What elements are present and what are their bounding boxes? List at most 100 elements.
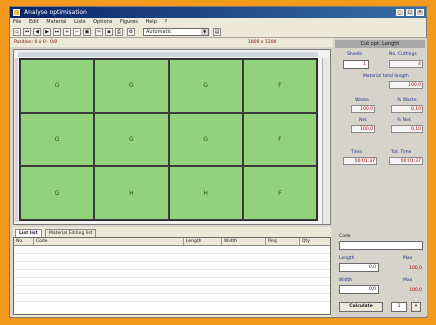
save-icon[interactable]: ▪ xyxy=(105,28,113,36)
layout-cell[interactable]: G xyxy=(20,59,95,113)
list-item[interactable] xyxy=(14,286,330,294)
menu-help[interactable]: Help xyxy=(142,18,159,26)
code-input[interactable] xyxy=(339,241,423,250)
list-item[interactable] xyxy=(14,294,330,302)
parts-area: List list Material Editing list No. Code… xyxy=(13,227,331,317)
layout-cell[interactable]: G xyxy=(20,166,95,220)
mode-select[interactable]: Automatic ▼ xyxy=(143,28,209,36)
net-pct-label: % Net xyxy=(397,118,411,123)
print-icon[interactable]: ⎙ xyxy=(115,28,123,36)
column-no[interactable]: No. xyxy=(14,238,34,245)
column-length[interactable]: Length xyxy=(184,238,222,245)
info-bar: Position: 0 x 0 · 0/0 1800 x 1200 xyxy=(10,38,340,47)
toolbar: ▫ ⏮ ◀ ▶ ⏭ + − ▣ ✂ ▪ ⎙ ⚙ Automatic ▼ ▤ xyxy=(10,26,426,38)
app-icon xyxy=(13,9,20,16)
layout-cell[interactable]: G xyxy=(94,59,169,113)
tab-list[interactable]: List list xyxy=(15,229,42,237)
new-icon[interactable]: ▫ xyxy=(13,28,21,36)
layout-cell[interactable]: G xyxy=(94,112,169,167)
layout-cell[interactable]: H xyxy=(168,166,243,220)
settings-icon[interactable]: ⚙ xyxy=(127,28,135,36)
sheets-field[interactable]: 1 xyxy=(343,60,369,69)
prev-icon[interactable]: ◀ xyxy=(33,28,41,36)
waste-label: Waste xyxy=(355,98,369,103)
maximize-icon[interactable]: □ xyxy=(406,9,414,16)
list-item[interactable] xyxy=(14,254,330,262)
total-length-value: 100,0 xyxy=(389,81,423,89)
code-label: Code xyxy=(339,234,351,239)
nr-cuts-label: No. Cuttings xyxy=(389,52,417,57)
menu-options[interactable]: Options xyxy=(90,18,115,26)
length-label: Length xyxy=(339,256,355,261)
layout-cell[interactable]: G xyxy=(168,59,243,113)
mode-select-value: Automatic xyxy=(146,29,172,35)
net-pct-value: 0,10 xyxy=(391,125,423,133)
total-time-label: Tot. Time xyxy=(391,150,412,155)
calculator-icon[interactable]: ▤ xyxy=(213,28,221,36)
count-input[interactable]: 1 xyxy=(391,302,407,312)
zoom-in-icon[interactable]: + xyxy=(63,28,71,36)
parts-list[interactable]: No. Code Length Width Req. Qty xyxy=(13,237,331,315)
sheet-size-readout: 1800 x 1200 xyxy=(248,40,277,45)
zoom-out-icon[interactable]: − xyxy=(73,28,81,36)
layout-cell[interactable]: F xyxy=(242,166,317,220)
list-item[interactable] xyxy=(14,278,330,286)
width-input[interactable]: 0,0 xyxy=(339,285,379,294)
minimize-icon[interactable]: _ xyxy=(396,9,404,16)
first-icon[interactable]: ⏮ xyxy=(23,28,31,36)
cutting-canvas[interactable]: G G G F G G G F G H H F xyxy=(13,49,331,225)
close-icon[interactable]: × xyxy=(416,9,424,16)
app-window: Analyse optimisation _ □ × File Edit Mat… xyxy=(9,6,427,318)
layout-cell[interactable]: F xyxy=(242,59,317,113)
left-ruler xyxy=(15,58,18,222)
list-item[interactable] xyxy=(14,270,330,278)
window-title: Analyse optimisation xyxy=(24,9,87,16)
chevron-down-icon[interactable]: ▾ xyxy=(411,302,421,312)
chevron-down-icon[interactable]: ▼ xyxy=(201,29,208,35)
column-width[interactable]: Width xyxy=(222,238,266,245)
tab-material-editing[interactable]: Material Editing list xyxy=(45,229,97,237)
menu-file[interactable]: File xyxy=(10,18,24,26)
layout-cell[interactable]: H xyxy=(94,166,169,220)
waste-pct-label: % Waste xyxy=(397,98,417,103)
list-item[interactable] xyxy=(14,262,330,270)
menu-figures[interactable]: Figures xyxy=(117,18,141,26)
nr-cuts-value: 4 xyxy=(389,60,423,68)
total-length-label: Material total length xyxy=(363,74,409,79)
max-length-label: Max xyxy=(403,256,413,261)
column-qty[interactable]: Qty xyxy=(300,238,330,245)
menu-lists[interactable]: Lists xyxy=(71,18,88,26)
max-width-value: 100,0 xyxy=(409,288,422,293)
layout-cell[interactable]: F xyxy=(242,112,317,167)
total-time-value: 00:01:37 xyxy=(389,157,423,165)
waste-value: 100,0 xyxy=(351,105,375,113)
cut-icon[interactable]: ✂ xyxy=(95,28,103,36)
list-item[interactable] xyxy=(14,246,330,254)
menu-material[interactable]: Material xyxy=(43,18,69,26)
list-header: No. Code Length Width Req. Qty xyxy=(14,238,330,246)
menu-about[interactable]: ? xyxy=(161,18,170,26)
top-ruler xyxy=(18,52,318,57)
time-value: 00:01:37 xyxy=(343,157,377,165)
time-label: Time xyxy=(351,150,363,155)
column-req[interactable]: Req. xyxy=(266,238,300,245)
statistics-panel: Cut opt. Length Sheets 1 No. Cuttings 4 … xyxy=(333,38,427,316)
length-input[interactable]: 0,0 xyxy=(339,263,379,272)
parts-tabs: List list Material Editing list xyxy=(13,227,331,237)
last-icon[interactable]: ⏭ xyxy=(53,28,61,36)
sheets-label: Sheets xyxy=(347,52,363,57)
title-bar: Analyse optimisation _ □ × xyxy=(10,7,426,18)
column-code[interactable]: Code xyxy=(34,238,184,245)
waste-pct-value: 0,10 xyxy=(391,105,423,113)
fit-icon[interactable]: ▣ xyxy=(83,28,91,36)
layout-cell[interactable]: G xyxy=(20,112,95,167)
next-icon[interactable]: ▶ xyxy=(43,28,51,36)
calculate-button[interactable]: Calculate xyxy=(339,302,383,312)
menu-bar: File Edit Material Lists Options Figures… xyxy=(10,18,426,26)
net-label: Net xyxy=(359,118,367,123)
max-length-value: 100,0 xyxy=(409,266,422,271)
menu-edit[interactable]: Edit xyxy=(26,18,42,26)
vertical-scrollbar[interactable] xyxy=(322,58,329,224)
layout-cell[interactable]: G xyxy=(168,112,243,167)
position-readout: Position: 0 x 0 · 0/0 xyxy=(14,40,58,45)
